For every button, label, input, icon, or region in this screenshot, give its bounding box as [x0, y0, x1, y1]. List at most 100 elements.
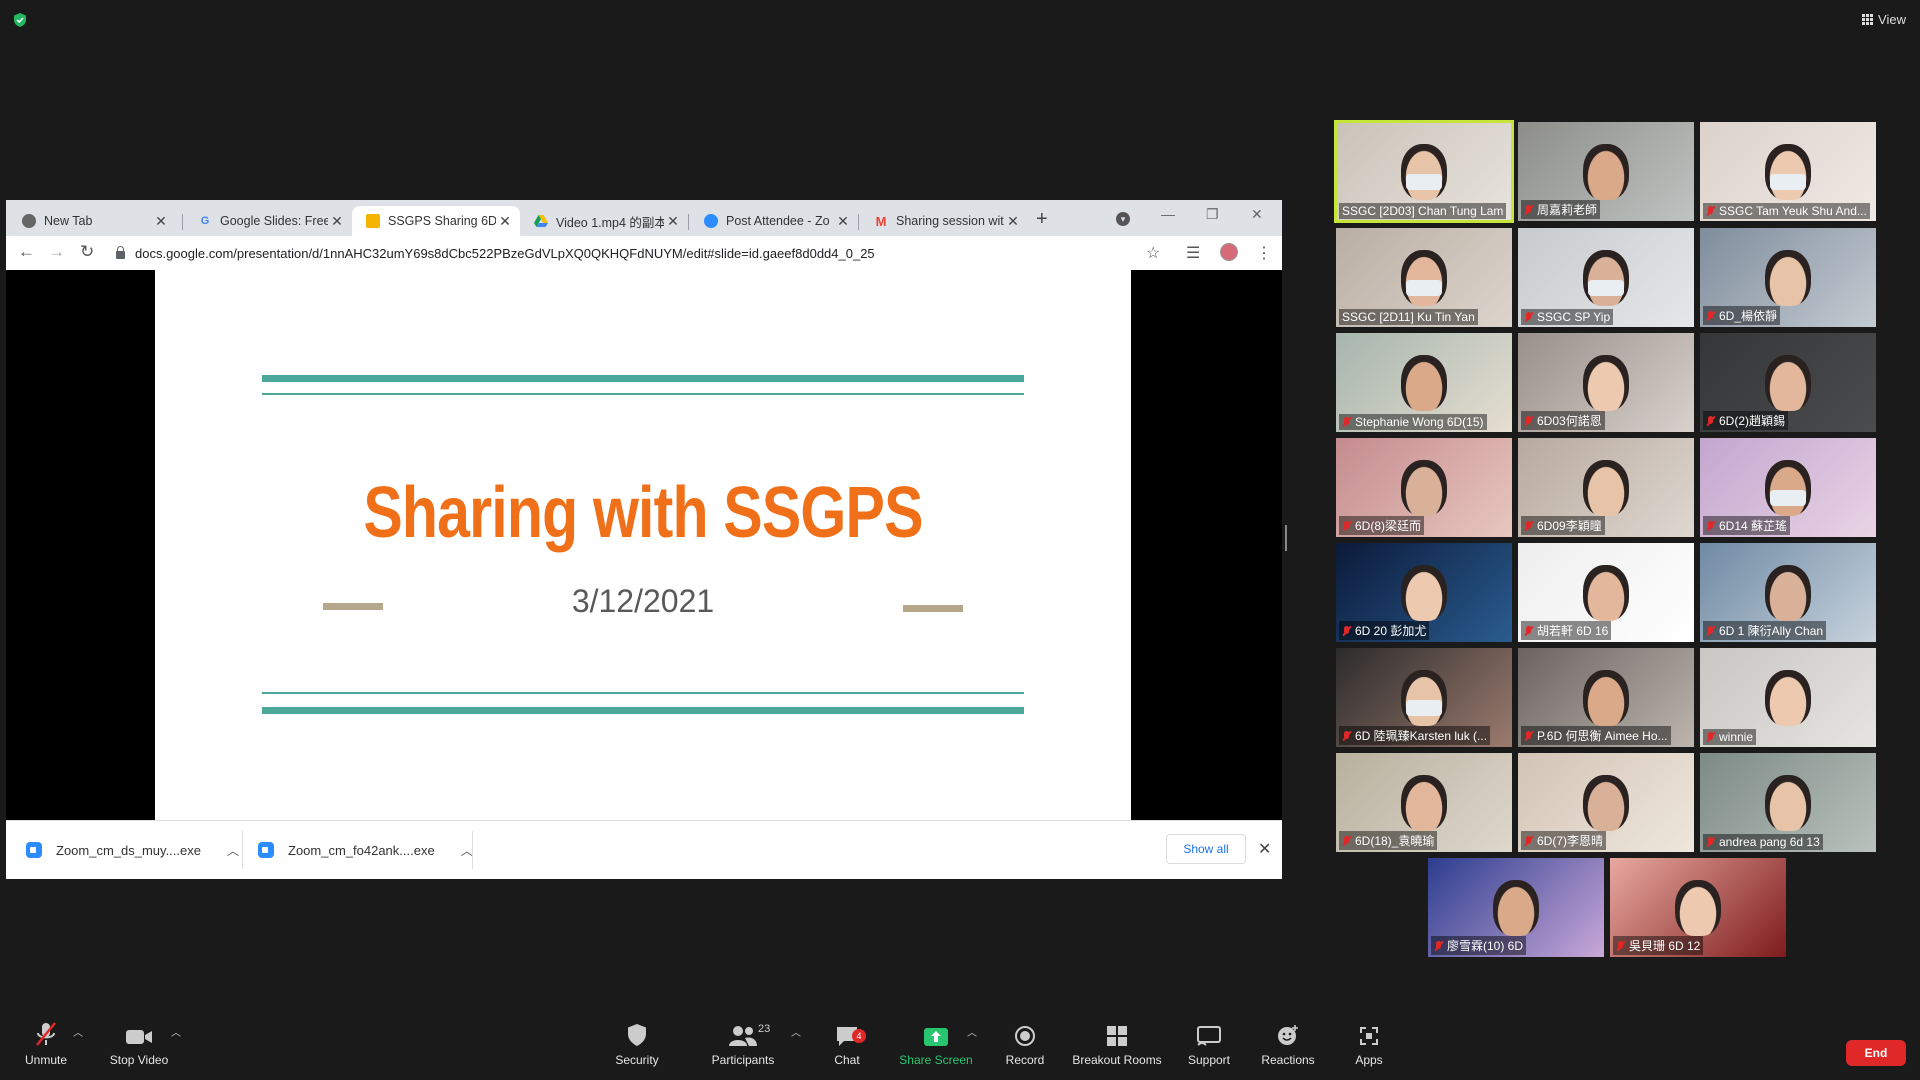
video-options-chevron[interactable]: ︿	[170, 1005, 182, 1072]
participant-tile[interactable]: 6D(18)_袁曉瑜	[1336, 753, 1512, 852]
participant-tile[interactable]: 6D03何諾恩	[1518, 333, 1694, 432]
support-button[interactable]: Support	[1184, 1013, 1234, 1080]
tab-search-icon[interactable]: ▾	[1116, 212, 1130, 226]
shield-icon	[612, 1013, 662, 1047]
chevron-up-icon[interactable]: ︿	[461, 842, 473, 859]
tab-new-tab[interactable]: New Tab ✕	[8, 206, 176, 236]
share-screen-button[interactable]: Share Screen	[896, 1013, 976, 1080]
tab-video[interactable]: Video 1.mp4 的副本 ✕	[520, 206, 688, 236]
participant-name-text: 6D03何諾恩	[1537, 414, 1602, 428]
close-tab-icon[interactable]: ✕	[328, 213, 346, 230]
participant-tile[interactable]: 6D 20 彭加尤	[1336, 543, 1512, 642]
tab-sharing-session[interactable]: M Sharing session wit ✕	[860, 206, 1028, 236]
participant-name-text: winnie	[1719, 730, 1754, 744]
splitter-handle[interactable]	[1285, 525, 1287, 551]
participant-tile[interactable]: 6D(2)趙穎錫	[1700, 333, 1876, 432]
top-line-thin	[262, 393, 1024, 395]
participant-video	[1583, 670, 1629, 726]
participant-tile[interactable]: 胡若軒 6D 16	[1518, 543, 1694, 642]
participant-video	[1583, 775, 1629, 831]
share-screen-icon	[896, 1013, 976, 1047]
bottom-line-thick	[262, 707, 1024, 714]
participant-video	[1765, 565, 1811, 621]
participant-tile[interactable]: 6D 陸珮臻Karsten luk (...	[1336, 648, 1512, 747]
participants-button[interactable]: 23 Participants	[708, 1013, 778, 1080]
close-tab-icon[interactable]: ✕	[834, 213, 852, 230]
participant-tile[interactable]: SSGC [2D03] Chan Tung Lam	[1334, 120, 1514, 223]
participant-name-text: P.6D 何思衡 Aimee Ho...	[1537, 729, 1668, 743]
close-tab-icon[interactable]: ✕	[1004, 213, 1022, 230]
participant-video	[1583, 565, 1629, 621]
restore-icon[interactable]: ❐	[1206, 206, 1219, 223]
chevron-up-icon[interactable]: ︿	[227, 842, 239, 859]
participant-tile[interactable]: P.6D 何思衡 Aimee Ho...	[1518, 648, 1694, 747]
apps-icon	[1344, 1013, 1394, 1047]
stop-video-button[interactable]: Stop Video	[104, 1013, 174, 1080]
chat-button[interactable]: 4 Chat	[822, 1013, 872, 1080]
record-button[interactable]: Record	[1000, 1013, 1050, 1080]
forward-icon[interactable]: →	[48, 242, 65, 262]
participant-tile[interactable]: 6D_楊依靜	[1700, 228, 1876, 327]
participant-tile[interactable]: 6D(7)李恩晴	[1518, 753, 1694, 852]
reload-icon[interactable]: ↻	[80, 242, 94, 262]
participant-tile[interactable]: 6D14 蘇芷瑤	[1700, 438, 1876, 537]
participant-tile[interactable]: 周嘉莉老師	[1518, 122, 1694, 221]
participant-video	[1675, 880, 1721, 936]
participant-tile[interactable]: SSGC SP Yip	[1518, 228, 1694, 327]
participant-tile[interactable]: 廖雪霖(10) 6D	[1428, 858, 1604, 957]
download-item[interactable]: Zoom_cm_ds_muy....exe ︿	[26, 821, 239, 879]
participant-tile[interactable]: 6D09李穎瞳	[1518, 438, 1694, 537]
participant-tile[interactable]: 6D 1 陳衍Ally Chan	[1700, 543, 1876, 642]
participant-video	[1765, 460, 1811, 516]
participant-tile[interactable]: SSGC Tam Yeuk Shu And...	[1700, 122, 1876, 221]
new-tab-icon[interactable]: +	[1036, 208, 1048, 231]
share-options-chevron[interactable]: ︿	[966, 1005, 978, 1072]
close-tab-icon[interactable]: ✕	[496, 213, 514, 230]
profile-avatar[interactable]	[1220, 243, 1238, 261]
tab-google-slides[interactable]: G Google Slides: Free ✕	[184, 206, 352, 236]
show-all-button[interactable]: Show all	[1166, 834, 1246, 864]
close-tab-icon[interactable]: ✕	[664, 213, 682, 230]
download-item[interactable]: Zoom_cm_fo42ank....exe ︿	[258, 821, 473, 879]
security-shield-icon[interactable]	[12, 12, 28, 28]
audio-options-chevron[interactable]: ︿	[72, 1005, 84, 1072]
participant-tile[interactable]: winnie	[1700, 648, 1876, 747]
participant-tile[interactable]: SSGC [2D11] Ku Tin Yan	[1336, 228, 1512, 327]
star-icon[interactable]: ☆	[1146, 243, 1160, 263]
view-button[interactable]: View	[1862, 12, 1906, 27]
slide-title: Sharing with SSGPS	[363, 473, 923, 553]
close-window-icon[interactable]: ✕	[1251, 206, 1263, 223]
participant-name-text: 6D(7)李恩晴	[1537, 834, 1604, 848]
gmail-icon: M	[875, 213, 887, 229]
participants-options-chevron[interactable]: ︿	[790, 1005, 802, 1072]
address-bar[interactable]: docs.google.com/presentation/d/1nnAHC32u…	[116, 241, 1176, 265]
face-mask	[1406, 700, 1442, 716]
close-downloads-icon[interactable]: ✕	[1258, 839, 1271, 859]
reading-list-icon[interactable]: ☰	[1186, 243, 1200, 263]
end-meeting-button[interactable]: End	[1846, 1040, 1906, 1066]
participant-tile[interactable]: andrea pang 6d 13	[1700, 753, 1876, 852]
tab-post-attendee[interactable]: Post Attendee - Zo ✕	[690, 206, 858, 236]
close-tab-icon[interactable]: ✕	[152, 213, 170, 230]
security-button[interactable]: Security	[612, 1013, 662, 1080]
participant-tile[interactable]: 6D(8)梁廷而	[1336, 438, 1512, 537]
tab-ssgps-sharing[interactable]: SSGPS Sharing 6D ✕	[352, 206, 520, 236]
participant-tile[interactable]: 吳貝珊 6D 12	[1610, 858, 1786, 957]
muted-mic-icon	[1524, 730, 1533, 741]
participant-name: 6D03何諾恩	[1521, 411, 1605, 430]
participant-tile[interactable]: Stephanie Wong 6D(15)	[1336, 333, 1512, 432]
apps-button[interactable]: Apps	[1344, 1013, 1394, 1080]
reactions-button[interactable]: Reactions	[1256, 1013, 1320, 1080]
grid-icon	[1862, 14, 1874, 25]
smiley-icon	[1256, 1013, 1320, 1047]
face-mask	[1770, 174, 1806, 190]
menu-icon[interactable]: ⋮	[1256, 243, 1272, 263]
muted-mic-icon	[1524, 204, 1533, 215]
minimize-icon[interactable]: —	[1161, 206, 1175, 222]
drive-icon	[534, 214, 548, 228]
breakout-rooms-button[interactable]: Breakout Rooms	[1070, 1013, 1164, 1080]
back-icon[interactable]: ←	[18, 242, 35, 262]
participant-name: 6D(2)趙穎錫	[1703, 411, 1789, 430]
participant-video	[1765, 670, 1811, 726]
unmute-button[interactable]: Unmute	[16, 1013, 76, 1080]
